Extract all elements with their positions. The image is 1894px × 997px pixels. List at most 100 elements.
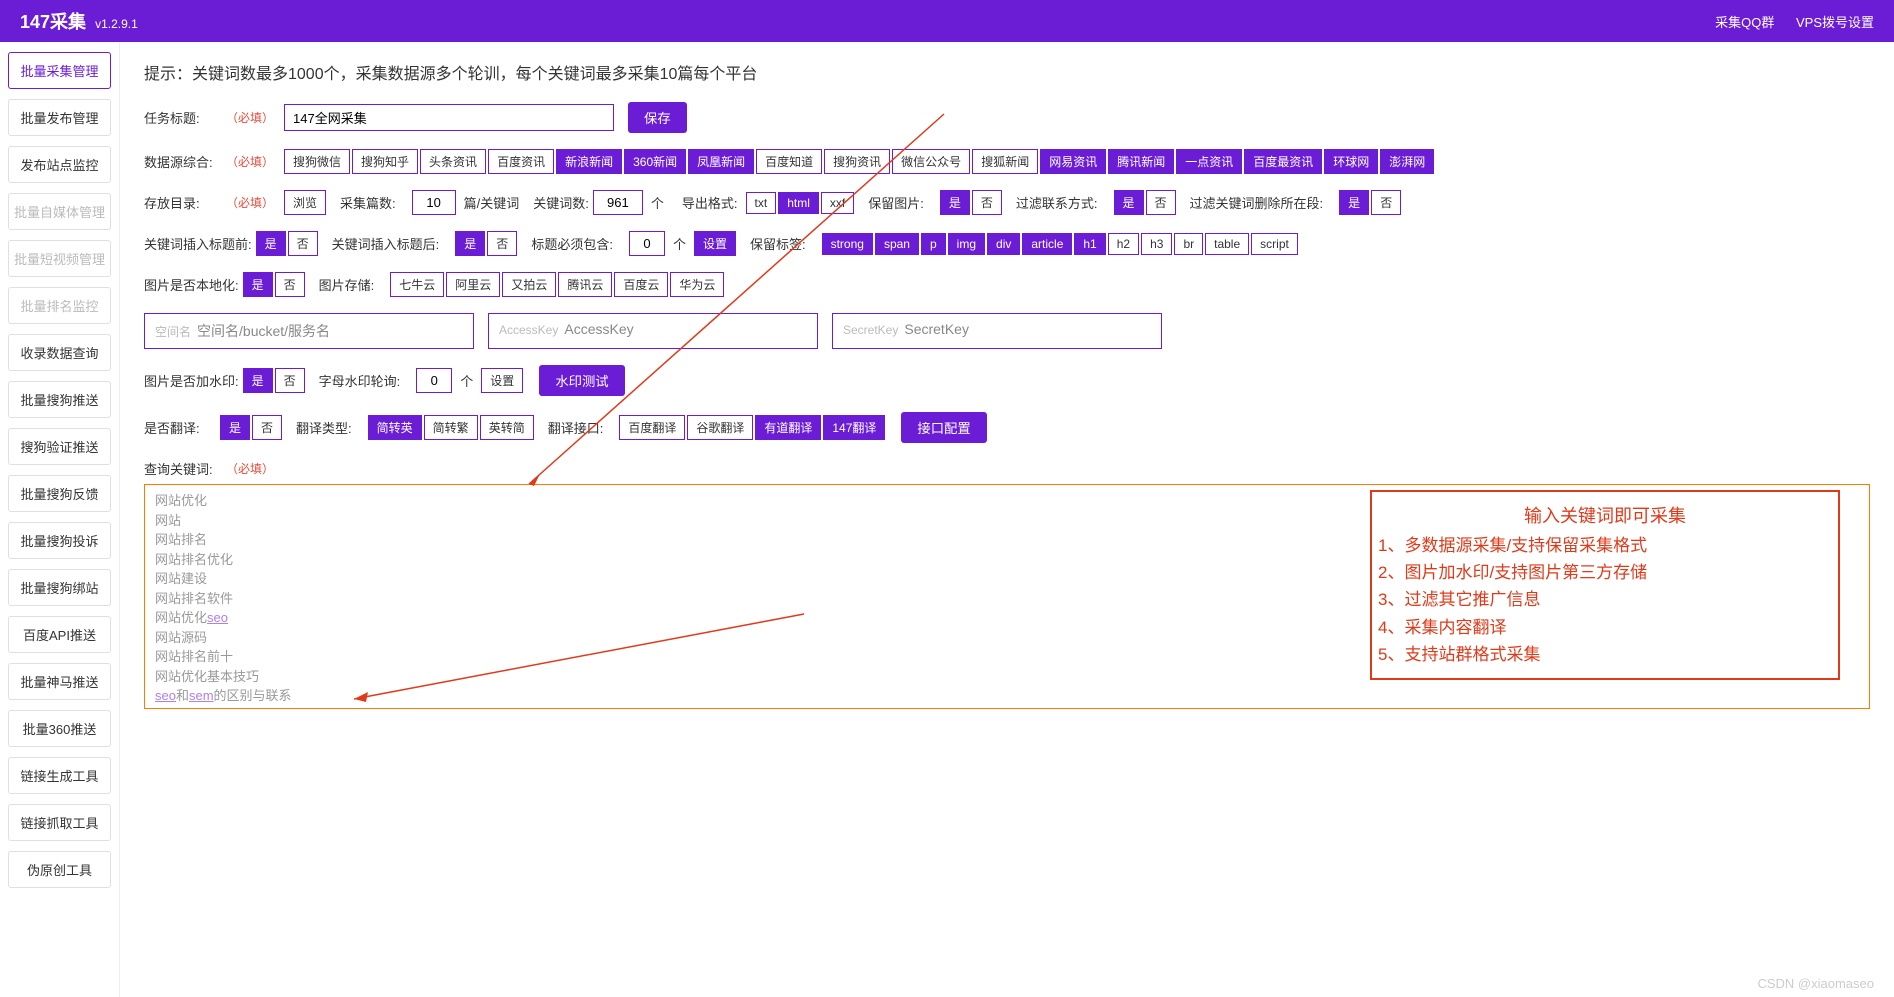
sidebar-item[interactable]: 批量搜狗反馈 <box>8 475 111 512</box>
datasource-tag[interactable]: 360新闻 <box>624 149 686 174</box>
sidebar-item[interactable]: 链接生成工具 <box>8 757 111 794</box>
title-must-input[interactable] <box>629 231 665 256</box>
keyword-count-input[interactable] <box>593 190 643 215</box>
datasource-tag[interactable]: 搜狐新闻 <box>972 149 1038 174</box>
sidebar-item[interactable]: 批量搜狗绑站 <box>8 569 111 606</box>
keyword-count-unit: 个 <box>651 193 664 212</box>
collect-count-input[interactable] <box>412 190 456 215</box>
sidebar-item[interactable]: 链接抓取工具 <box>8 804 111 841</box>
datasource-tag[interactable]: 澎湃网 <box>1380 149 1434 174</box>
datasource-tag[interactable]: 百度最资讯 <box>1244 149 1322 174</box>
cloud-provider-tag[interactable]: 又拍云 <box>502 272 556 297</box>
translate-api-tag[interactable]: 147翻译 <box>823 415 885 440</box>
cloud-provider-tag[interactable]: 华为云 <box>670 272 724 297</box>
filter-delete-yes[interactable]: 是 <box>1339 190 1369 215</box>
export-format-tag[interactable]: xxf <box>821 192 854 214</box>
datasource-tag[interactable]: 搜狗资讯 <box>824 149 890 174</box>
filter-delete-no[interactable]: 否 <box>1371 190 1401 215</box>
sidebar-item[interactable]: 批量搜狗投诉 <box>8 522 111 559</box>
export-format-tag[interactable]: txt <box>746 192 777 214</box>
watermark-rotate-set-button[interactable]: 设置 <box>481 368 523 393</box>
sidebar-item[interactable]: 百度API推送 <box>8 616 111 653</box>
datasource-tag[interactable]: 一点资讯 <box>1176 149 1242 174</box>
sidebar-item[interactable]: 批量采集管理 <box>8 52 111 89</box>
keep-tag[interactable]: h2 <box>1108 233 1139 255</box>
datasource-tag[interactable]: 新浪新闻 <box>556 149 622 174</box>
filter-contact-yes[interactable]: 是 <box>1114 190 1144 215</box>
keep-tag[interactable]: img <box>948 233 985 255</box>
translate-type-tag[interactable]: 简转繁 <box>424 415 478 440</box>
datasource-tag[interactable]: 微信公众号 <box>892 149 970 174</box>
sidebar-item[interactable]: 批量360推送 <box>8 710 111 747</box>
datasource-tag[interactable]: 头条资讯 <box>420 149 486 174</box>
datasource-tag[interactable]: 网易资讯 <box>1040 149 1106 174</box>
watermark-rotate-unit: 个 <box>460 371 473 390</box>
export-format-tag[interactable]: html <box>778 192 819 214</box>
row-cloud-credentials: 空间名空间名/bucket/服务名 AccessKeyAccessKey Sec… <box>144 313 1870 349</box>
api-config-button[interactable]: 接口配置 <box>901 412 986 443</box>
translate-api-tag[interactable]: 谷歌翻译 <box>687 415 753 440</box>
sidebar-item[interactable]: 搜狗验证推送 <box>8 428 111 465</box>
sidebar-item[interactable]: 批量神马推送 <box>8 663 111 700</box>
watermark-no[interactable]: 否 <box>275 368 305 393</box>
insert-before-no[interactable]: 否 <box>288 231 318 256</box>
keep-tag[interactable]: div <box>987 233 1020 255</box>
image-localize-yes[interactable]: 是 <box>243 272 273 297</box>
task-title-input[interactable] <box>284 104 614 131</box>
image-localize-no[interactable]: 否 <box>275 272 305 297</box>
watermark-rotate-input[interactable] <box>416 368 452 393</box>
cloud-provider-tag[interactable]: 百度云 <box>614 272 668 297</box>
link-qq-group[interactable]: 采集QQ群 <box>1715 15 1774 30</box>
insert-after-yes[interactable]: 是 <box>455 231 485 256</box>
translate-type-tag[interactable]: 简转英 <box>368 415 422 440</box>
title-must-set-button[interactable]: 设置 <box>694 231 736 256</box>
datasource-tag[interactable]: 凤凰新闻 <box>688 149 754 174</box>
keep-tag[interactable]: span <box>875 233 919 255</box>
keep-image-yes[interactable]: 是 <box>940 190 970 215</box>
translate-api-tag[interactable]: 百度翻译 <box>619 415 685 440</box>
space-name-input[interactable]: 空间名空间名/bucket/服务名 <box>144 313 474 349</box>
keep-tag[interactable]: h3 <box>1141 233 1172 255</box>
keep-image-no[interactable]: 否 <box>972 190 1002 215</box>
translate-api-tag[interactable]: 有道翻译 <box>755 415 821 440</box>
filter-contact-label: 过滤联系方式: <box>1016 193 1098 212</box>
sidebar-item[interactable]: 发布站点监控 <box>8 146 111 183</box>
keep-tag[interactable]: table <box>1205 233 1249 255</box>
datasource-tag[interactable]: 腾讯新闻 <box>1108 149 1174 174</box>
keep-tag[interactable]: strong <box>822 233 873 255</box>
translate-no[interactable]: 否 <box>252 415 282 440</box>
task-title-label: 任务标题: <box>144 108 216 127</box>
keep-tag[interactable]: article <box>1022 233 1072 255</box>
sidebar-item[interactable]: 收录数据查询 <box>8 334 111 371</box>
keep-tag[interactable]: p <box>921 233 946 255</box>
sidebar-item[interactable]: 批量发布管理 <box>8 99 111 136</box>
translate-type-tag[interactable]: 英转简 <box>480 415 534 440</box>
translate-yes[interactable]: 是 <box>220 415 250 440</box>
sidebar-item[interactable]: 伪原创工具 <box>8 851 111 888</box>
datasource-tag[interactable]: 百度知道 <box>756 149 822 174</box>
row-data-sources: 数据源综合: （必填） 搜狗微信搜狗知乎头条资讯百度资讯新浪新闻360新闻凤凰新… <box>144 149 1870 174</box>
cloud-provider-tag[interactable]: 七牛云 <box>390 272 444 297</box>
sidebar-item[interactable]: 批量搜狗推送 <box>8 381 111 418</box>
link-vps-settings[interactable]: VPS拨号设置 <box>1796 15 1874 30</box>
sidebar-item: 批量短视频管理 <box>8 240 111 277</box>
insert-after-no[interactable]: 否 <box>487 231 517 256</box>
cloud-provider-tag[interactable]: 阿里云 <box>446 272 500 297</box>
keep-tag[interactable]: script <box>1251 233 1298 255</box>
watermark-yes[interactable]: 是 <box>243 368 273 393</box>
datasource-tag[interactable]: 搜狗知乎 <box>352 149 418 174</box>
datasource-tag[interactable]: 百度资讯 <box>488 149 554 174</box>
keep-tag[interactable]: h1 <box>1074 233 1105 255</box>
browse-button[interactable]: 浏览 <box>284 190 326 215</box>
access-key-input[interactable]: AccessKeyAccessKey <box>488 313 818 349</box>
keep-tag[interactable]: br <box>1174 233 1203 255</box>
secret-key-input[interactable]: SecretKeySecretKey <box>832 313 1162 349</box>
watermark-test-button[interactable]: 水印测试 <box>539 365 624 396</box>
cloud-provider-tag[interactable]: 腾讯云 <box>558 272 612 297</box>
keyword-count-label: 关键词数: <box>533 193 589 212</box>
filter-contact-no[interactable]: 否 <box>1146 190 1176 215</box>
save-button[interactable]: 保存 <box>628 102 687 133</box>
datasource-tag[interactable]: 环球网 <box>1324 149 1378 174</box>
insert-before-yes[interactable]: 是 <box>256 231 286 256</box>
datasource-tag[interactable]: 搜狗微信 <box>284 149 350 174</box>
